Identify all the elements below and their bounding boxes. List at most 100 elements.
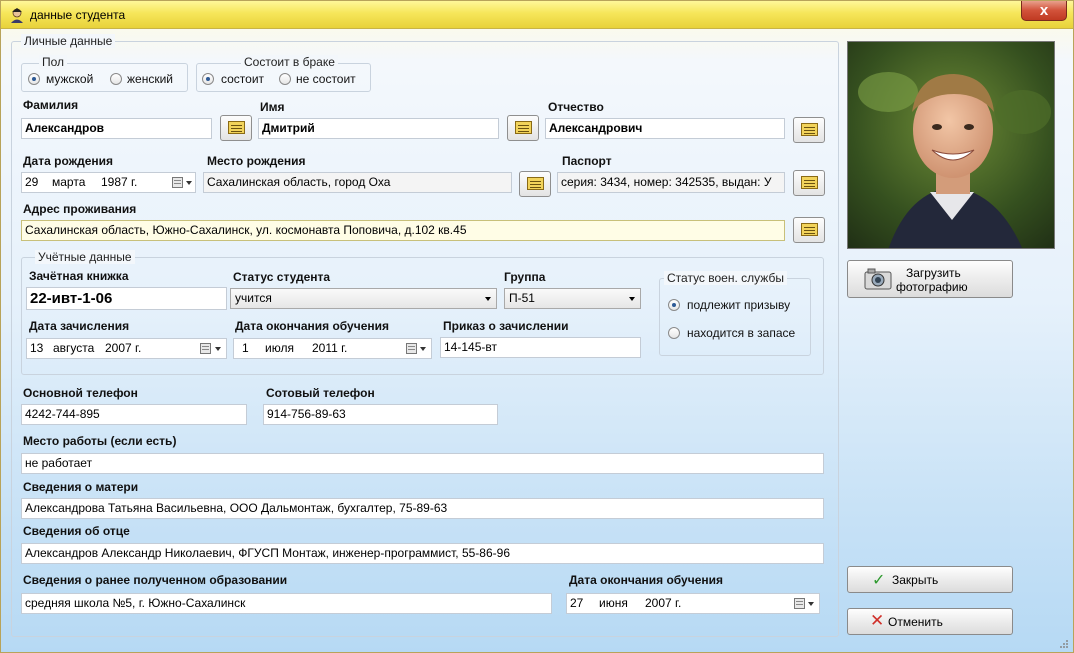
mother-info-field[interactable]: Александрова Татьяна Васильевна, ООО Дал… <box>21 498 824 519</box>
workplace-field[interactable]: не работает <box>21 453 824 474</box>
birth-year: 1987 г. <box>101 175 138 189</box>
upload-photo-label-line2: фотографию <box>896 280 968 294</box>
upload-photo-label-line1: Загрузить <box>906 266 961 280</box>
order-label: Приказ о зачислении <box>443 319 569 333</box>
prev-education-field[interactable]: средняя школа №5, г. Южно-Сахалинск <box>21 593 552 614</box>
military-reserve-label: находится в запасе <box>687 326 796 340</box>
end-year: 2011 г. <box>312 341 348 355</box>
birth-place-lookup-button[interactable] <box>519 171 551 197</box>
close-button[interactable]: ✓ Закрыть <box>847 566 1013 593</box>
close-window-button[interactable]: x <box>1021 1 1067 21</box>
study-data-legend: Учётные данные <box>35 250 135 264</box>
chevron-down-icon <box>485 297 491 301</box>
end-date-picker[interactable]: 1 июля 2011 г. <box>233 338 432 359</box>
folder-icon <box>228 121 245 134</box>
folder-icon <box>801 123 818 136</box>
resize-grip-icon[interactable] <box>1059 639 1069 649</box>
student-status-select[interactable]: учится <box>230 288 497 309</box>
chevron-down-icon <box>420 347 426 351</box>
surname-field[interactable]: Александров <box>21 118 212 139</box>
student-photo-image <box>848 42 1054 248</box>
gender-male-label: мужской <box>46 72 94 86</box>
folder-icon <box>515 121 532 134</box>
student-status-label: Статус студента <box>233 270 331 284</box>
camera-icon <box>864 268 892 290</box>
cancel-button[interactable]: ✕ Отменить <box>847 608 1013 635</box>
calendar-icon <box>794 598 805 609</box>
gender-legend: Пол <box>39 55 68 69</box>
personal-data-legend: Личные данные <box>21 34 116 48</box>
father-info-field[interactable]: Александров Александр Николаевич, ФГУСП … <box>21 543 824 564</box>
military-draft-label: подлежит призыву <box>687 298 791 312</box>
checkmark-icon: ✓ <box>872 572 886 589</box>
passport-field[interactable]: серия: 3434, номер: 342535, выдан: У <box>557 172 785 193</box>
military-draft-radio[interactable] <box>668 299 680 311</box>
end-date-label: Дата окончания обучения <box>235 319 389 333</box>
calendar-icon <box>406 343 417 354</box>
folder-icon <box>527 177 544 190</box>
student-data-window: данные студента x Личные данные Пол мужс… <box>0 0 1074 653</box>
birth-place-field[interactable]: Сахалинская область, город Оха <box>203 172 512 193</box>
prev-end-month: июня <box>599 596 628 610</box>
enroll-date-picker[interactable]: 13 августа 2007 г. <box>26 338 227 359</box>
mobile-phone-label: Сотовый телефон <box>266 386 375 400</box>
folder-icon <box>801 223 818 236</box>
calendar-icon <box>200 343 211 354</box>
close-icon: x <box>1039 2 1049 19</box>
patronymic-field[interactable]: Александрович <box>545 118 785 139</box>
prev-education-label: Сведения о ранее полученном образовании <box>23 573 288 587</box>
mobile-phone-field[interactable]: 914-756-89-63 <box>263 404 498 425</box>
title-bar: данные студента x <box>1 1 1073 29</box>
surname-lookup-button[interactable] <box>220 115 252 141</box>
birth-place-label: Место рождения <box>207 154 306 168</box>
gender-female-radio[interactable] <box>110 73 122 85</box>
birth-day: 29 <box>25 175 39 189</box>
married-label: состоит <box>221 72 265 86</box>
address-lookup-button[interactable] <box>793 217 825 243</box>
not-married-label: не состоит <box>296 72 356 86</box>
military-reserve-radio[interactable] <box>668 327 680 339</box>
record-book-label: Зачётная книжка <box>29 269 129 283</box>
gender-male-radio[interactable] <box>28 73 40 85</box>
workplace-label: Место работы (если есть) <box>23 434 177 448</box>
address-field[interactable]: Сахалинская область, Южно-Сахалинск, ул.… <box>21 220 785 241</box>
chevron-down-icon <box>186 181 192 185</box>
passport-label: Паспорт <box>562 154 612 168</box>
birth-date-picker[interactable]: 29 марта 1987 г. <box>21 172 196 193</box>
enroll-year: 2007 г. <box>105 341 142 355</box>
name-label: Имя <box>260 100 285 114</box>
student-status-value: учится <box>235 291 272 305</box>
chevron-down-icon <box>215 347 221 351</box>
main-phone-field[interactable]: 4242-744-895 <box>21 404 247 425</box>
calendar-icon <box>172 177 183 188</box>
passport-lookup-button[interactable] <box>793 170 825 196</box>
military-status-group <box>659 278 811 356</box>
end-day: 1 <box>242 341 249 355</box>
student-avatar-icon <box>11 8 23 23</box>
not-married-radio[interactable] <box>279 73 291 85</box>
name-field[interactable]: Дмитрий <box>258 118 499 139</box>
patronymic-lookup-button[interactable] <box>793 117 825 143</box>
prev-end-day: 27 <box>570 596 584 610</box>
enroll-day: 13 <box>30 341 44 355</box>
surname-label: Фамилия <box>23 98 79 112</box>
prev-end-year: 2007 г. <box>645 596 682 610</box>
group-label: Группа <box>504 270 546 284</box>
window-title: данные студента <box>30 8 126 22</box>
group-select[interactable]: П-51 <box>504 288 641 309</box>
order-field[interactable]: 14-145-вт <box>440 337 641 358</box>
gender-female-label: женский <box>127 72 173 86</box>
name-lookup-button[interactable] <box>507 115 539 141</box>
enroll-date-label: Дата зачисления <box>29 319 130 333</box>
prev-end-date-picker[interactable]: 27 июня 2007 г. <box>566 593 820 614</box>
cross-icon: ✕ <box>870 611 885 630</box>
upload-photo-button[interactable]: Загрузить фотографию <box>847 260 1013 298</box>
married-radio[interactable] <box>202 73 214 85</box>
close-button-label: Закрыть <box>892 573 939 587</box>
marital-legend: Состоит в браке <box>241 55 338 69</box>
student-photo <box>847 41 1055 249</box>
mother-info-label: Сведения о матери <box>23 480 139 494</box>
patronymic-label: Отчество <box>548 100 604 114</box>
record-book-field[interactable]: 22-ивт-1-06 <box>26 287 227 310</box>
chevron-down-icon <box>629 297 635 301</box>
